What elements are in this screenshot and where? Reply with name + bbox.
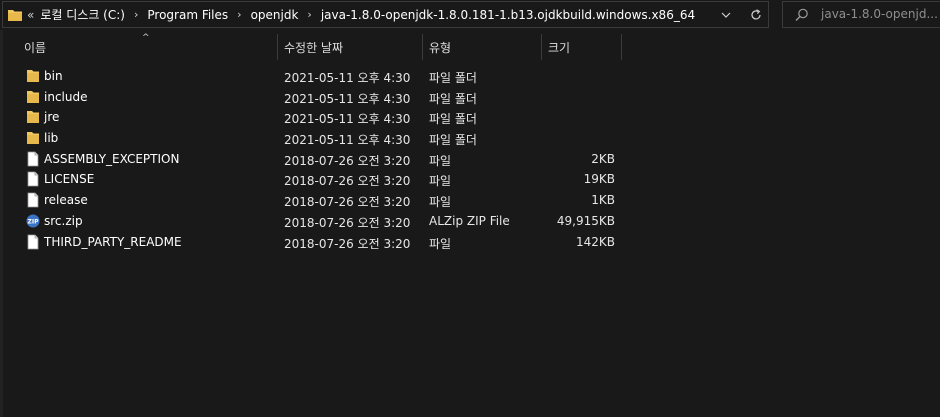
file-modified-date: 2021-05-11 오후 4:30 <box>284 71 411 85</box>
breadcrumb-overflow-button[interactable]: « <box>27 8 34 22</box>
file-row[interactable]: lib 2021-05-11 오후 4:30 파일 폴더 <box>0 128 940 149</box>
search-box[interactable]: java-1.8.0-openjd... <box>782 1 940 28</box>
file-type: 파일 <box>429 195 452 210</box>
breadcrumb: « 로컬 디스크 (C:) › Program Files › openjdk … <box>27 2 695 27</box>
column-header-name[interactable]: 이름 <box>18 34 278 60</box>
file-size: 2KB <box>591 151 615 166</box>
refresh-icon <box>751 8 761 20</box>
file-type: 파일 폴더 <box>429 91 477 106</box>
file-row[interactable]: ASSEMBLY_EXCEPTION 2018-07-26 오전 3:20 파일 2K… <box>0 149 940 170</box>
file-modified-date: 2018-07-26 오전 3:20 <box>284 215 411 230</box>
file-type: ALZip ZIP File <box>429 213 510 228</box>
file-row[interactable]: ZIP src.zip 2018-07-26 오전 3:20 ALZip ZIP Fi… <box>0 211 940 232</box>
file-name: LICENSE <box>44 172 95 187</box>
file-type: 파일 <box>429 236 452 251</box>
file-list: bin 2021-05-11 오후 4:30 파일 폴더 include 2021-05… <box>0 66 940 252</box>
file-type: 파일 폴더 <box>429 112 477 127</box>
file-modified-date: 2021-05-11 오후 4:30 <box>284 112 411 127</box>
file-icon <box>26 234 40 250</box>
file-size: 19KB <box>583 172 615 187</box>
breadcrumb-item-program-files[interactable]: Program Files <box>147 8 228 22</box>
chevron-down-icon <box>721 12 731 18</box>
file-type: 파일 폴더 <box>429 71 477 85</box>
column-header-type[interactable]: 유형 <box>423 34 542 60</box>
column-header-size[interactable]: 크기 <box>542 34 622 60</box>
file-name: ASSEMBLY_EXCEPTION <box>44 151 180 166</box>
file-modified-date: 2018-07-26 오전 3:20 <box>284 174 411 189</box>
zip-icon: ZIP <box>26 213 40 229</box>
file-type: 파일 <box>429 153 452 168</box>
file-name: THIRD_PARTY_README <box>44 234 182 249</box>
file-size: 1KB <box>591 193 615 208</box>
navigation-bar: « 로컬 디스크 (C:) › Program Files › openjdk … <box>0 0 940 30</box>
folder-icon <box>26 68 40 84</box>
file-icon <box>26 171 40 187</box>
file-name: src.zip <box>44 213 83 228</box>
folder-icon <box>8 10 22 21</box>
column-header: ^ 이름 수정한 날짜 유형 크기 <box>0 33 940 60</box>
file-name: jre <box>44 110 60 125</box>
file-icon <box>26 151 40 167</box>
file-name: bin <box>44 69 63 83</box>
file-size: 49,915KB <box>556 213 615 228</box>
folder-icon <box>26 130 40 146</box>
chevron-right-icon[interactable]: › <box>134 8 138 21</box>
file-modified-date: 2021-05-11 오후 4:30 <box>284 91 411 106</box>
file-type: 파일 <box>429 174 452 189</box>
file-row[interactable]: jre 2021-05-11 오후 4:30 파일 폴더 <box>0 107 940 128</box>
file-row[interactable]: LICENSE 2018-07-26 오전 3:20 파일 19KB <box>0 169 940 190</box>
file-modified-date: 2018-07-26 오전 3:20 <box>284 236 411 251</box>
file-name: lib <box>44 131 59 146</box>
chevron-right-icon[interactable]: › <box>237 8 241 21</box>
file-modified-date: 2021-05-11 오후 4:30 <box>284 133 411 148</box>
file-name: include <box>44 89 88 104</box>
chevron-right-icon[interactable]: › <box>307 8 311 21</box>
file-type: 파일 폴더 <box>429 133 477 148</box>
refresh-button[interactable] <box>745 2 767 27</box>
breadcrumb-item-java-folder[interactable]: java-1.8.0-openjdk-1.8.0.181-1.b13.ojdkb… <box>321 8 695 22</box>
breadcrumb-item-openjdk[interactable]: openjdk <box>251 8 299 22</box>
file-modified-date: 2018-07-26 오전 3:20 <box>284 195 411 210</box>
file-modified-date: 2018-07-26 오전 3:20 <box>284 153 411 168</box>
file-icon <box>26 192 40 208</box>
address-history-button[interactable] <box>715 2 737 27</box>
file-row[interactable]: release 2018-07-26 오전 3:20 파일 1KB <box>0 190 940 211</box>
search-input[interactable]: java-1.8.0-openjd... <box>821 7 938 21</box>
folder-icon <box>26 89 40 105</box>
file-name: release <box>44 193 88 208</box>
file-size: 142KB <box>575 234 615 249</box>
file-row[interactable]: THIRD_PARTY_README 2018-07-26 오전 3:20 파일 14… <box>0 232 940 253</box>
file-row[interactable]: include 2021-05-11 오후 4:30 파일 폴더 <box>0 87 940 108</box>
folder-icon <box>26 109 40 125</box>
address-bar[interactable]: « 로컬 디스크 (C:) › Program Files › openjdk … <box>2 1 769 28</box>
search-icon <box>795 8 808 21</box>
breadcrumb-item-local-disk[interactable]: 로컬 디스크 (C:) <box>40 6 125 23</box>
svg-text:ZIP: ZIP <box>28 218 40 225</box>
file-row[interactable]: bin 2021-05-11 오후 4:30 파일 폴더 <box>0 66 940 87</box>
column-header-date[interactable]: 수정한 날짜 <box>278 34 423 60</box>
